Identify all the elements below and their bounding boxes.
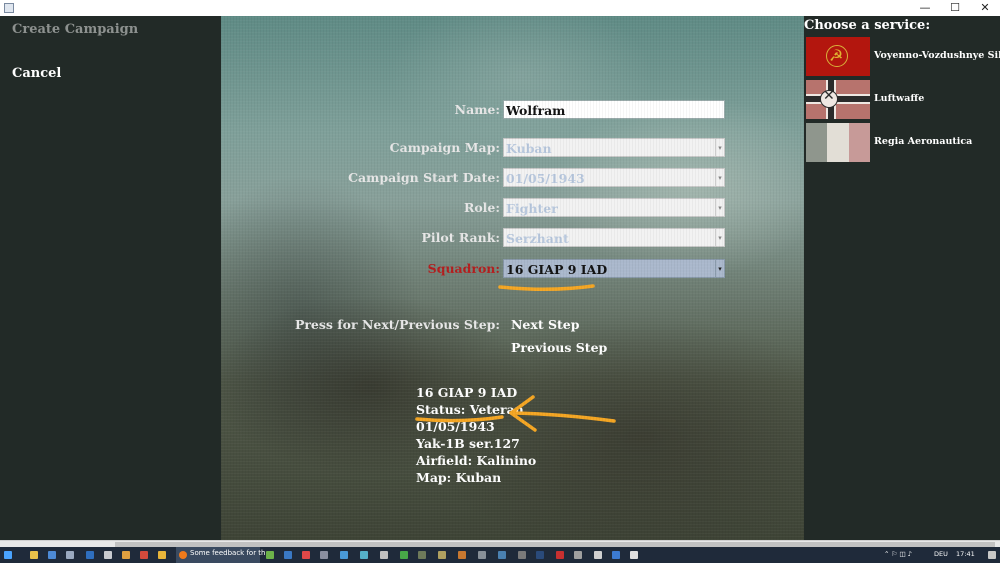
app-icon[interactable] <box>556 551 564 559</box>
service-label: Voyenno-Vozdushnye Sily <box>874 50 1000 61</box>
steam-icon[interactable] <box>536 551 544 559</box>
summary-airfield: Airfield: Kalinino <box>416 453 537 468</box>
app-icon[interactable] <box>48 551 56 559</box>
role-select[interactable]: Fighter ▾ <box>503 198 725 217</box>
app-icon[interactable] <box>104 551 112 559</box>
close-button[interactable]: ✕ <box>970 0 1000 16</box>
tray-icons[interactable]: ⌃ ⚐ ◫ ♪ <box>884 550 912 558</box>
app-icon[interactable] <box>630 551 638 559</box>
app-icon[interactable] <box>458 551 466 559</box>
squadron-underline <box>498 284 595 291</box>
squadron-value: 16 GIAP 9 IAD <box>506 262 608 277</box>
app-icon[interactable] <box>284 551 292 559</box>
app-icon[interactable] <box>574 551 582 559</box>
step-prompt: Press for Next/Previous Step: <box>294 317 500 332</box>
previous-step-button[interactable]: Previous Step <box>511 340 607 355</box>
notification-icon[interactable] <box>988 551 996 559</box>
app-icon[interactable] <box>518 551 526 559</box>
service-vvs[interactable]: ☭ Voyenno-Vozdushnye Sily <box>806 37 1000 77</box>
app-icon[interactable] <box>612 551 620 559</box>
service-regia-aeronautica[interactable]: Regia Aeronautica <box>806 123 1000 163</box>
next-step-button[interactable]: Next Step <box>511 317 579 332</box>
window-title-bar: — ☐ ✕ <box>0 0 1000 17</box>
campaign-map-label: Campaign Map: <box>389 140 500 155</box>
role-value: Fighter <box>506 201 558 216</box>
start-date-value: 01/05/1943 <box>506 171 585 186</box>
word-icon[interactable] <box>86 551 94 559</box>
summary-status: Status: Veteran <box>416 402 524 417</box>
mail-icon[interactable] <box>594 551 602 559</box>
app-icon[interactable] <box>400 551 408 559</box>
campaign-map-select[interactable]: Kuban ▾ <box>503 138 725 157</box>
app-icon[interactable] <box>360 551 368 559</box>
app-icon[interactable] <box>122 551 130 559</box>
app-icon[interactable] <box>478 551 486 559</box>
chrome-icon[interactable] <box>158 551 166 559</box>
summary-date: 01/05/1943 <box>416 419 495 434</box>
service-selection-panel: Choose a service: ☭ Voyenno-Vozdushnye S… <box>804 16 1000 540</box>
arrow-shaft <box>512 411 616 423</box>
app-icon[interactable] <box>66 551 74 559</box>
explorer-icon[interactable] <box>30 551 38 559</box>
campaign-map-value: Kuban <box>506 141 552 156</box>
language-indicator[interactable]: DEU <box>934 550 948 558</box>
app-icon[interactable] <box>340 551 348 559</box>
name-label: Name: <box>454 102 500 117</box>
role-label: Role: <box>463 200 500 215</box>
app-icon[interactable] <box>380 551 388 559</box>
create-campaign-label: Create Campaign <box>12 22 139 37</box>
squadron-select[interactable]: 16 GIAP 9 IAD ▾ <box>503 259 725 278</box>
italian-flag-icon <box>806 123 870 162</box>
app-icon[interactable] <box>320 551 328 559</box>
choose-service-label: Choose a service: <box>804 18 931 33</box>
start-date-label: Campaign Start Date: <box>348 170 500 185</box>
app-icon[interactable] <box>418 551 426 559</box>
chevron-down-icon: ▾ <box>715 229 724 246</box>
pdf-icon[interactable] <box>140 551 148 559</box>
app-icon[interactable] <box>302 551 310 559</box>
pilot-rank-value: Serzhant <box>506 231 569 246</box>
start-date-select[interactable]: 01/05/1943 ▾ <box>503 168 725 187</box>
chevron-down-icon: ▾ <box>715 139 724 156</box>
chevron-down-icon: ▾ <box>715 169 724 186</box>
cancel-button[interactable]: Cancel <box>12 66 61 81</box>
app-icon <box>4 3 14 13</box>
chevron-down-icon: ▾ <box>715 260 724 277</box>
maximize-button[interactable]: ☐ <box>940 0 970 16</box>
app-icon[interactable] <box>498 551 506 559</box>
pilot-rank-select[interactable]: Serzhant ▾ <box>503 228 725 247</box>
campaign-form-panel: Name: Wolfram Campaign Map: Kuban ▾ Camp… <box>221 16 804 540</box>
firefox-task-button[interactable]: Some feedback for th... <box>176 547 272 563</box>
german-flag-icon: ✕ <box>806 80 870 119</box>
firefox-icon <box>179 551 187 559</box>
squadron-label: Squadron: <box>427 261 500 276</box>
app-icon[interactable] <box>266 551 274 559</box>
chevron-down-icon: ▾ <box>715 199 724 216</box>
left-menu-panel: Create Campaign Cancel <box>0 16 221 540</box>
app-icon[interactable] <box>438 551 446 559</box>
name-input[interactable]: Wolfram <box>503 100 725 119</box>
soviet-flag-icon: ☭ <box>806 37 870 76</box>
taskbar: Some feedback for th... ⌃ ⚐ ◫ ♪ DEU 17:4… <box>0 547 1000 563</box>
summary-map: Map: Kuban <box>416 470 502 485</box>
service-luftwaffe[interactable]: ✕ Luftwaffe <box>806 80 1000 120</box>
summary-aircraft: Yak-1B ser.127 <box>416 436 520 451</box>
service-label: Regia Aeronautica <box>874 136 973 147</box>
start-icon[interactable] <box>4 551 12 559</box>
clock[interactable]: 17:41 <box>956 550 975 558</box>
minimize-button[interactable]: — <box>910 0 940 16</box>
summary-squadron: 16 GIAP 9 IAD <box>416 385 518 400</box>
pilot-rank-label: Pilot Rank: <box>421 230 501 245</box>
service-label: Luftwaffe <box>874 93 925 104</box>
firefox-task-label: Some feedback for th... <box>190 549 273 557</box>
